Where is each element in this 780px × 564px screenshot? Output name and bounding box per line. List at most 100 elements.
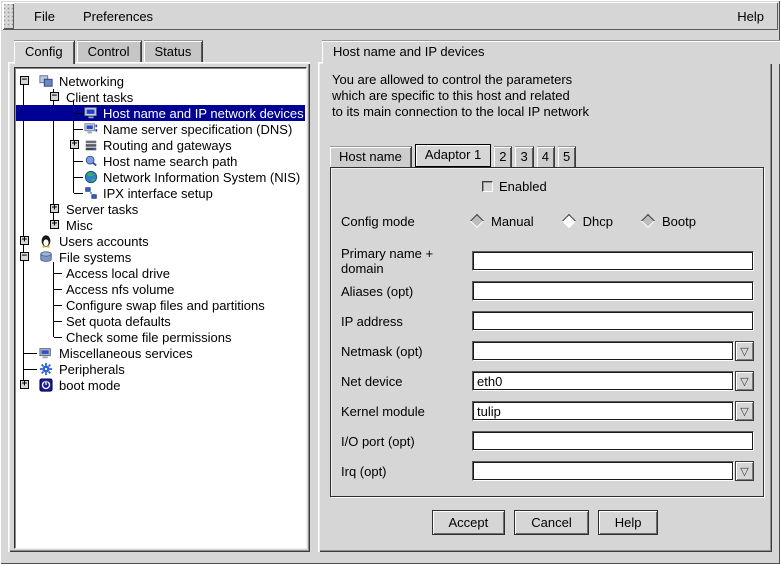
tree-item-label: Networking	[59, 74, 124, 89]
field-row: IP address	[331, 306, 763, 336]
tree-item-label: Miscellaneous services	[59, 346, 193, 361]
config-mode-row: Config mode Manual Dhcp Bootp	[331, 210, 763, 232]
radio-diamond-selected-icon	[562, 214, 576, 228]
tab-host-name[interactable]: Host name	[330, 146, 412, 167]
tree-item-label: Name server specification (DNS)	[103, 122, 292, 137]
tree-item-label: Access nfs volume	[66, 282, 174, 297]
menubar: File Preferences Help	[2, 2, 778, 30]
tree-item-users-accounts[interactable]: + Users accounts	[16, 233, 305, 249]
tree-item-host-name-search-path[interactable]: Host name search path	[16, 153, 305, 169]
help-button[interactable]: Help	[598, 510, 659, 535]
tab-control[interactable]: Control	[77, 40, 142, 62]
radio-bootp[interactable]: Bootp	[643, 214, 696, 229]
host-name-ip-page: You are allowed to control the parameter…	[318, 62, 772, 552]
tree-item-check-file-permissions[interactable]: Check some file permissions	[16, 329, 305, 345]
tree-item-misc[interactable]: + Misc	[16, 217, 305, 233]
tree-item-label: Host name search path	[103, 154, 237, 169]
netmask-combo-button[interactable]: ▽	[735, 341, 754, 361]
tree-item-host-name-ip-devices[interactable]: Host name and IP network devices	[16, 105, 305, 121]
cancel-button[interactable]: Cancel	[514, 510, 588, 535]
tab-adaptor-5[interactable]: 5	[558, 146, 576, 167]
tree-item-label: Peripherals	[59, 362, 125, 377]
field-row: Irq (opt) ▽	[331, 456, 763, 486]
tree-item-name-server-dns[interactable]: Name server specification (DNS)	[16, 121, 305, 137]
tree-item-configure-swap[interactable]: Configure swap files and partitions	[16, 297, 305, 313]
disks-icon	[39, 250, 53, 264]
tree-item-label: File systems	[59, 250, 131, 265]
expander-minus-icon[interactable]: −	[50, 92, 59, 101]
expander-plus-icon[interactable]: +	[20, 236, 29, 245]
tree-item-access-local-drive[interactable]: Access local drive	[16, 265, 305, 281]
tree-item-access-nfs-volume[interactable]: Access nfs volume	[16, 281, 305, 297]
tree-item-label: Routing and gateways	[103, 138, 232, 153]
net-device-input[interactable]	[473, 372, 733, 390]
page-description: You are allowed to control the parameter…	[332, 72, 589, 120]
tree-item-label: Client tasks	[66, 90, 133, 105]
config-mode-label: Config mode	[331, 214, 472, 229]
tree-item-miscellaneous-services[interactable]: Miscellaneous services	[16, 345, 305, 361]
tree-item-networking[interactable]: − Networking	[16, 73, 305, 89]
tree-item-label: IPX interface setup	[103, 186, 213, 201]
expander-minus-icon[interactable]: −	[20, 76, 29, 85]
expander-plus-icon[interactable]: +	[50, 220, 59, 229]
kernel-module-input[interactable]	[473, 402, 733, 420]
irq-input[interactable]	[473, 462, 733, 480]
action-buttons: Accept Cancel Help	[318, 510, 772, 535]
tree-item-label: Users accounts	[59, 234, 149, 249]
tree-connector	[54, 305, 62, 306]
expander-plus-icon[interactable]: +	[70, 140, 79, 149]
combo-arrow-icon: ▽	[740, 466, 748, 477]
field-row: Primary name + domain	[331, 246, 763, 276]
tree-item-ipx-interface[interactable]: IPX interface setup	[16, 185, 305, 201]
tree-item-label: Server tasks	[66, 202, 138, 217]
radio-diamond-icon	[641, 214, 655, 228]
entry-bevel	[472, 431, 754, 451]
tree-connector	[24, 369, 37, 370]
primary-name-input[interactable]	[473, 252, 753, 270]
tree-item-boot-mode[interactable]: + boot mode	[16, 377, 305, 393]
description-line: You are allowed to control the parameter…	[332, 72, 589, 88]
menu-file[interactable]: File	[20, 7, 69, 26]
main-tabs: Config Control Status	[14, 40, 205, 64]
tab-adaptor-3[interactable]: 3	[515, 146, 533, 167]
tab-adaptor-2[interactable]: 2	[494, 146, 512, 167]
tree-item-peripherals[interactable]: Peripherals	[16, 361, 305, 377]
accept-button[interactable]: Accept	[432, 510, 506, 535]
tree-item-nis[interactable]: Network Information System (NIS)	[16, 169, 305, 185]
aliases-input[interactable]	[473, 282, 753, 300]
menu-help[interactable]: Help	[723, 7, 778, 26]
ipx-icon	[84, 186, 98, 200]
field-row: I/O port (opt)	[331, 426, 763, 456]
irq-combo-button[interactable]: ▽	[735, 461, 754, 481]
entry-bevel	[472, 341, 734, 361]
tab-status[interactable]: Status	[144, 40, 204, 62]
tree-item-label: Host name and IP network devices	[103, 106, 304, 121]
tree-item-set-quota-defaults[interactable]: Set quota defaults	[16, 313, 305, 329]
expander-plus-icon[interactable]: +	[50, 204, 59, 213]
tree-item-file-systems[interactable]: − File systems	[16, 249, 305, 265]
menu-preferences[interactable]: Preferences	[69, 7, 167, 26]
tab-config[interactable]: Config	[14, 40, 75, 64]
netmask-input[interactable]	[473, 342, 733, 360]
tab-host-name-ip-devices[interactable]: Host name and IP devices	[322, 40, 780, 64]
io-port-input[interactable]	[473, 432, 753, 450]
radio-diamond-icon	[470, 214, 484, 228]
linuxconf-window: File Preferences Help Config Control Sta…	[0, 0, 780, 564]
ip-address-input[interactable]	[473, 312, 753, 330]
tree-item-client-tasks[interactable]: − Client tasks	[16, 89, 305, 105]
netmask-label: Netmask (opt)	[331, 344, 472, 359]
radio-dhcp[interactable]: Dhcp	[564, 214, 613, 229]
tab-adaptor-4[interactable]: 4	[537, 146, 555, 167]
primary-name-label: Primary name + domain	[331, 246, 472, 276]
menu-grip-handle[interactable]	[3, 3, 14, 29]
tree-item-server-tasks[interactable]: + Server tasks	[16, 201, 305, 217]
radio-manual[interactable]: Manual	[472, 214, 534, 229]
expander-minus-icon[interactable]: −	[20, 252, 29, 261]
enabled-checkbox[interactable]	[482, 181, 493, 192]
net-device-combo-button[interactable]: ▽	[735, 371, 754, 391]
kernel-module-combo-button[interactable]: ▽	[735, 401, 754, 421]
tree-item-routing-gateways[interactable]: + Routing and gateways	[16, 137, 305, 153]
tree-connector	[74, 193, 83, 194]
expander-plus-icon[interactable]: +	[20, 380, 29, 389]
tab-adaptor-1[interactable]: Adaptor 1	[415, 144, 491, 167]
